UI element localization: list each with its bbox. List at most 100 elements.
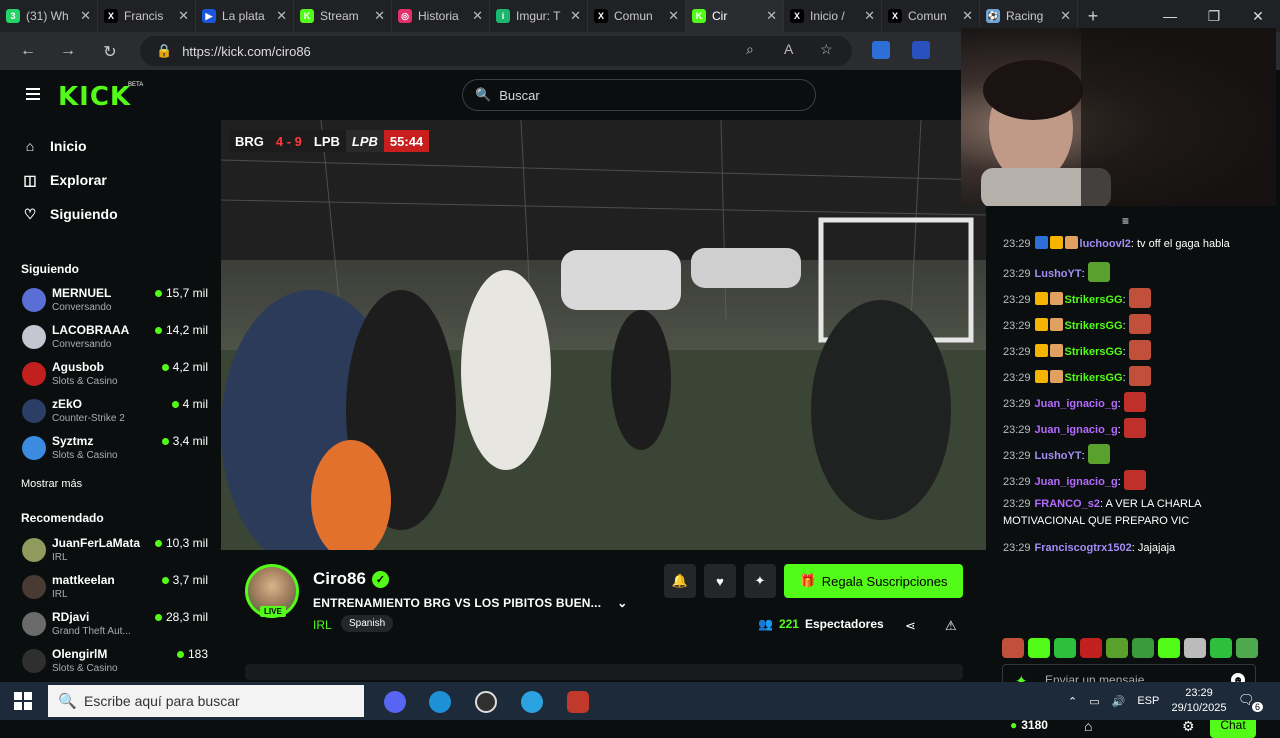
viewer-count: 28,3 mil [154,610,208,624]
taskbar-app-obs[interactable] [466,686,506,718]
taskbar-app-generic[interactable] [558,686,598,718]
close-tab-icon[interactable]: ✕ [962,8,973,24]
browser-tab[interactable]: K Cir ✕ [686,0,784,32]
sidebar-nav-item[interactable]: ⌂ Inicio [22,138,87,154]
chat-username[interactable]: Juan_ignacio_g [1035,424,1118,436]
browser-tab[interactable]: 3 (31) Wh ✕ [0,0,98,32]
sidebar-nav-item[interactable]: ♡ Siguiendo [22,206,118,223]
menu-icon[interactable] [26,88,40,100]
sparkle-button[interactable]: ✦ [744,564,776,598]
emote-icon[interactable] [1106,638,1128,658]
emote-icon[interactable] [1158,638,1180,658]
browser-tab[interactable]: ▶ La plata ✕ [196,0,294,32]
emote-icon[interactable] [1210,638,1232,658]
show-more-link[interactable]: Mostrar más [21,478,82,490]
emote-icon[interactable] [1080,638,1102,658]
close-tab-icon[interactable]: ✕ [374,8,385,24]
follow-button[interactable]: ♥ [704,564,736,598]
volume-icon[interactable]: 🔊 [1112,695,1126,708]
new-tab-button[interactable]: + [1078,6,1108,27]
racing-icon: ⚽ [986,9,1000,23]
chat-username[interactable]: Juan_ignacio_g [1035,398,1118,410]
sidebar-channel[interactable]: RDjavi Grand Theft Aut... 28,3 mil [22,610,208,644]
browser-tab[interactable]: X Francis ✕ [98,0,196,32]
zoom-icon[interactable]: ⌕ [746,41,754,58]
extension-icon[interactable] [872,41,890,59]
windows-start-icon[interactable] [14,692,32,710]
reload-icon[interactable]: ↻ [90,42,130,62]
video-player[interactable]: BRG 4 - 9 LPB LPB 55:44 [221,120,986,550]
favorite-star-icon[interactable]: ☆ [820,41,833,58]
sidebar-channel[interactable]: OlengirlM Slots & Casino 183 [22,647,208,681]
close-tab-icon[interactable]: ✕ [276,8,287,24]
chat-username[interactable]: LushoYT [1035,268,1082,280]
emote-icon[interactable] [1132,638,1154,658]
taskbar-clock[interactable]: 23:29 29/10/2025 [1170,686,1228,716]
chat-username[interactable]: Franciscogtrx1502 [1035,542,1132,554]
chat-username[interactable]: StrikersGG [1065,320,1123,332]
sidebar-channel[interactable]: mattkeelan IRL 3,7 mil [22,573,208,607]
close-tab-icon[interactable]: ✕ [668,8,679,24]
sidebar-channel[interactable]: Agusbob Slots & Casino 4,2 mil [22,360,208,394]
close-tab-icon[interactable]: ✕ [80,8,91,24]
emote-icon[interactable] [1054,638,1076,658]
gift-subscriptions-button[interactable]: 🎁 Regala Suscripciones [784,564,963,598]
close-tab-icon[interactable]: ✕ [178,8,189,24]
chevron-up-icon[interactable]: ⌃ [1068,695,1077,708]
report-icon[interactable]: ⚠ [945,618,957,634]
taskbar-app-edge[interactable] [420,686,460,718]
close-tab-icon[interactable]: ✕ [472,8,483,24]
chat-username[interactable]: StrikersGG [1065,294,1123,306]
close-tab-icon[interactable]: ✕ [766,8,777,24]
gear-icon[interactable]: ⚙ [1182,718,1195,735]
chat-username[interactable]: Juan_ignacio_g [1035,476,1118,488]
search-input[interactable]: 🔍 Buscar [462,79,816,111]
sidebar-channel[interactable]: Syztmz Slots & Casino 3,4 mil [22,434,208,468]
sidebar-nav-item[interactable]: ◫ Explorar [22,171,106,189]
back-icon[interactable]: ← [8,42,48,60]
input-language[interactable]: ESP [1137,695,1159,707]
live-dot-icon [154,613,162,621]
chat-username[interactable]: FRANCO_s2 [1035,498,1100,510]
channel-category: Slots & Casino [52,376,118,387]
close-tab-icon[interactable]: ✕ [1060,8,1071,24]
close-tab-icon[interactable]: ✕ [864,8,875,24]
kick-logo[interactable]: KICK [58,82,131,112]
channel-points[interactable]: ● 3180 [1010,718,1048,732]
sidebar-channel[interactable]: LACOBRAAA Conversando 14,2 mil [22,323,208,357]
emote-icon[interactable] [1002,638,1024,658]
forward-icon[interactable]: → [48,42,88,60]
compass-icon: ◫ [23,171,37,188]
channel-name: OlengirlM [52,647,108,661]
chat-username[interactable]: luchoovl2 [1080,238,1131,250]
channel-name[interactable]: Ciro86 [313,569,366,589]
emote-icon[interactable] [1184,638,1206,658]
chat-username[interactable]: LushoYT [1035,450,1082,462]
network-icon[interactable]: ▭ [1089,695,1099,708]
chat-username[interactable]: StrikersGG [1065,346,1123,358]
stream-category[interactable]: IRL [313,618,332,632]
browser-tab[interactable]: X Comun ✕ [588,0,686,32]
emote-icon[interactable] [1028,638,1050,658]
sidebar-channel[interactable]: zEkO Counter-Strike 2 4 mil [22,397,208,431]
browser-tab[interactable]: K Stream ✕ [294,0,392,32]
language-tag[interactable]: Spanish [341,615,394,632]
taskbar-app-telegram[interactable] [512,686,552,718]
browser-tab[interactable]: ◎ Historia ✕ [392,0,490,32]
pinned-scroll-icon[interactable]: ≡ [1122,214,1129,228]
sidebar-channel[interactable]: JuanFerLaMata IRL 10,3 mil [22,536,208,570]
sidebar-channel[interactable]: MERNUEL Conversando 15,7 mil [22,286,208,320]
chat-username[interactable]: StrikersGG [1065,372,1123,384]
taskbar-app-discord[interactable] [375,686,415,718]
notification-bell-button[interactable]: 🔔 [664,564,696,598]
taskbar-search-input[interactable]: 🔍 Escribe aquí para buscar [48,685,364,717]
share-icon[interactable]: ⋖ [905,618,916,634]
gift-icon[interactable]: ⌂ [1084,718,1092,734]
emote-icon[interactable] [1236,638,1258,658]
read-aloud-icon[interactable]: A [784,41,793,57]
browser-tab[interactable]: X Inicio / ✕ [784,0,882,32]
chevron-down-icon[interactable]: ⌄ [617,596,627,610]
browser-tab[interactable]: i Imgur: T ✕ [490,0,588,32]
close-tab-icon[interactable]: ✕ [570,8,581,24]
extension-icon[interactable] [912,41,930,59]
